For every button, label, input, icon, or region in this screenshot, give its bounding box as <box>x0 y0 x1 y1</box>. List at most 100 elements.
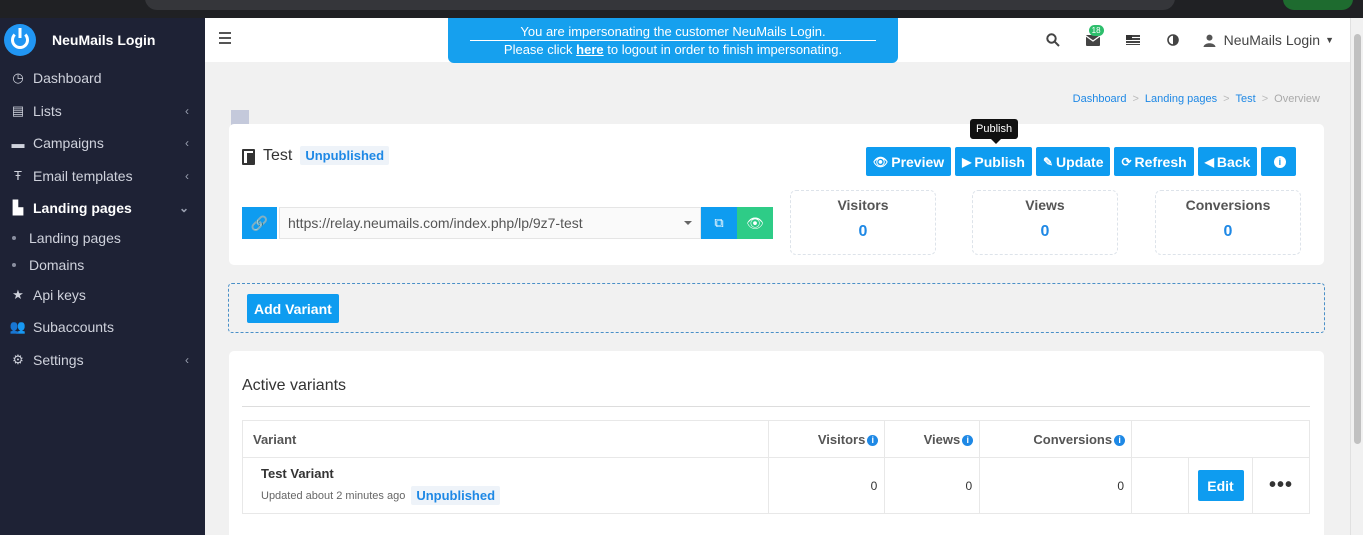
publish-tooltip: Publish <box>970 119 1019 144</box>
back-circle-icon: ◀ <box>1204 154 1214 169</box>
sidebar-item-api-keys[interactable]: ★ Api keys <box>0 279 205 312</box>
chevron-left-icon: ‹ <box>185 352 189 367</box>
language-flag-icon[interactable] <box>1113 35 1153 45</box>
star-icon: ★ <box>12 286 24 302</box>
breadcrumb-landing-pages[interactable]: Landing pages <box>1145 93 1217 105</box>
back-label: Back <box>1216 153 1251 170</box>
breadcrumb-separator: > <box>1261 93 1269 105</box>
caret-down-icon: ▼ <box>1325 35 1334 45</box>
mail-icon[interactable]: 18 <box>1073 24 1113 46</box>
notice-text-pre: Please click <box>503 42 577 57</box>
variant-meta: Updated about 2 minutes ago Unpublished <box>243 486 768 505</box>
stat-label: Views <box>1025 197 1065 213</box>
info-icon: i <box>1273 155 1286 168</box>
play-icon: ▶ <box>962 154 972 169</box>
sidebar-item-label: Dashboard <box>33 70 102 87</box>
brand-logo-icon <box>4 24 36 56</box>
table-row: Test Variant Updated about 2 minutes ago… <box>241 457 1311 514</box>
column-label: Views <box>923 431 961 447</box>
sidebar-item-label: Api keys <box>33 286 86 303</box>
copy-url-button[interactable]: ⧉ <box>701 207 737 239</box>
sidebar-item-label: Lists <box>33 102 62 119</box>
sidebar-item-subaccounts[interactable]: 👥 Subaccounts <box>0 311 205 344</box>
sidebar-item-email-templates[interactable]: Ŧ Email templates ‹ <box>0 160 205 193</box>
scrollbar-thumb[interactable] <box>1354 34 1361 444</box>
user-menu[interactable]: NeuMails Login ▼ <box>1193 32 1350 48</box>
stat-label: Visitors <box>837 197 889 213</box>
more-options-icon[interactable]: ••• <box>1269 474 1293 496</box>
logout-here-link[interactable]: here <box>576 42 603 57</box>
browser-profile-button[interactable] <box>1283 0 1353 10</box>
top-header: You are impersonating the customer NeuMa… <box>205 18 1350 63</box>
sidebar-item-settings[interactable]: ⚙ Settings ‹ <box>0 344 205 377</box>
edit-cell: Edit <box>1188 457 1253 514</box>
campaigns-icon: ▬ <box>11 135 25 151</box>
update-button[interactable]: ✎ Update <box>1035 147 1111 176</box>
sidebar-subitem-landing-pages[interactable]: Landing pages <box>0 225 205 252</box>
sidebar-item-label: Subaccounts <box>33 319 114 336</box>
sidebar-subitem-label: Domains <box>29 257 85 273</box>
notice-line-2: Please click here to logout in order to … <box>504 42 842 57</box>
column-conversions: Conversions i <box>979 420 1133 458</box>
edit-variant-button[interactable]: Edit <box>1197 470 1244 501</box>
bullet-icon <box>12 236 16 240</box>
chevron-left-icon: ‹ <box>185 136 189 151</box>
stat-value: 0 <box>1223 223 1233 240</box>
table-header-row: Variant Visitors i Views i Conversions i <box>241 420 1310 458</box>
info-icon[interactable]: i <box>962 434 974 446</box>
eye-icon: 👁 <box>873 154 889 169</box>
refresh-icon: ⟳ <box>1121 154 1132 169</box>
status-badge: Unpublished <box>411 486 501 505</box>
browser-address-bar[interactable] <box>145 0 1175 10</box>
breadcrumb-dashboard[interactable]: Dashboard <box>1073 93 1127 105</box>
page-scrollbar[interactable] <box>1350 18 1363 535</box>
sidebar-item-campaigns[interactable]: ▬ Campaigns ‹ <box>0 127 205 160</box>
list-icon: ▤ <box>11 102 25 118</box>
column-label: Visitors <box>817 431 866 447</box>
url-value: https://relay.neumails.com/index.php/lp/… <box>288 215 583 231</box>
copy-document-icon <box>242 148 256 165</box>
empty-cell <box>1131 457 1190 514</box>
stat-value: 0 <box>858 223 868 240</box>
page-title: Test Unpublished <box>242 146 390 165</box>
preview-button[interactable]: 👁 Preview <box>866 147 952 176</box>
info-icon[interactable]: i <box>867 434 879 446</box>
sidebar: NeuMails Login ◷ Dashboard ▤ Lists ‹ ▬ C… <box>0 18 205 535</box>
info-button[interactable]: i <box>1261 147 1297 176</box>
link-icon[interactable]: 🔗 <box>242 207 277 239</box>
hamburger-menu-icon[interactable] <box>219 32 231 46</box>
column-views: Views i <box>884 420 981 458</box>
refresh-button[interactable]: ⟳ Refresh <box>1114 147 1194 176</box>
url-row: 🔗 https://relay.neumails.com/index.php/l… <box>242 207 773 239</box>
column-visitors: Visitors i <box>768 420 886 458</box>
column-label: Variant <box>253 431 297 447</box>
url-select[interactable]: https://relay.neumails.com/index.php/lp/… <box>279 207 701 239</box>
search-icon[interactable] <box>1033 33 1073 47</box>
landing-page-overview-card: Test Unpublished Publish 👁 Preview ▶ Publi… <box>229 119 1324 265</box>
add-variant-button[interactable]: Add Variant <box>247 294 339 323</box>
brand[interactable]: NeuMails Login <box>0 18 205 62</box>
back-button[interactable]: ◀ Back <box>1197 147 1258 176</box>
breadcrumb-separator: > <box>1132 93 1139 105</box>
more-cell: ••• <box>1251 457 1311 514</box>
sidebar-item-dashboard[interactable]: ◷ Dashboard <box>0 62 205 95</box>
publish-button[interactable]: ▶ Publish <box>955 147 1032 176</box>
text-icon: Ŧ <box>14 168 22 184</box>
status-badge: Unpublished <box>300 146 390 165</box>
breadcrumb-current: Overview <box>1274 93 1320 105</box>
section-title: Active variants <box>242 377 347 394</box>
breadcrumb-test[interactable]: Test <box>1236 93 1256 105</box>
chevron-left-icon: ‹ <box>185 103 189 118</box>
notice-text-post: to logout in order to finish impersonati… <box>603 42 843 57</box>
sidebar-item-lists[interactable]: ▤ Lists ‹ <box>0 95 205 128</box>
sidebar-subitem-domains[interactable]: Domains <box>0 252 205 279</box>
stat-views: Views 0 <box>972 190 1118 255</box>
publish-label: Publish <box>974 153 1025 170</box>
view-url-button[interactable]: 👁 <box>737 207 773 239</box>
sidebar-item-landing-pages[interactable]: ▙ Landing pages ⌄ <box>0 192 205 225</box>
edit-icon: ✎ <box>1042 154 1054 169</box>
info-icon[interactable]: i <box>1114 434 1126 446</box>
page-actions: 👁 Preview ▶ Publish ✎ Update ⟳ Refresh ◀ Back… <box>866 147 1297 176</box>
column-label: Conversions <box>1033 431 1113 447</box>
contrast-toggle-icon[interactable] <box>1153 34 1193 46</box>
